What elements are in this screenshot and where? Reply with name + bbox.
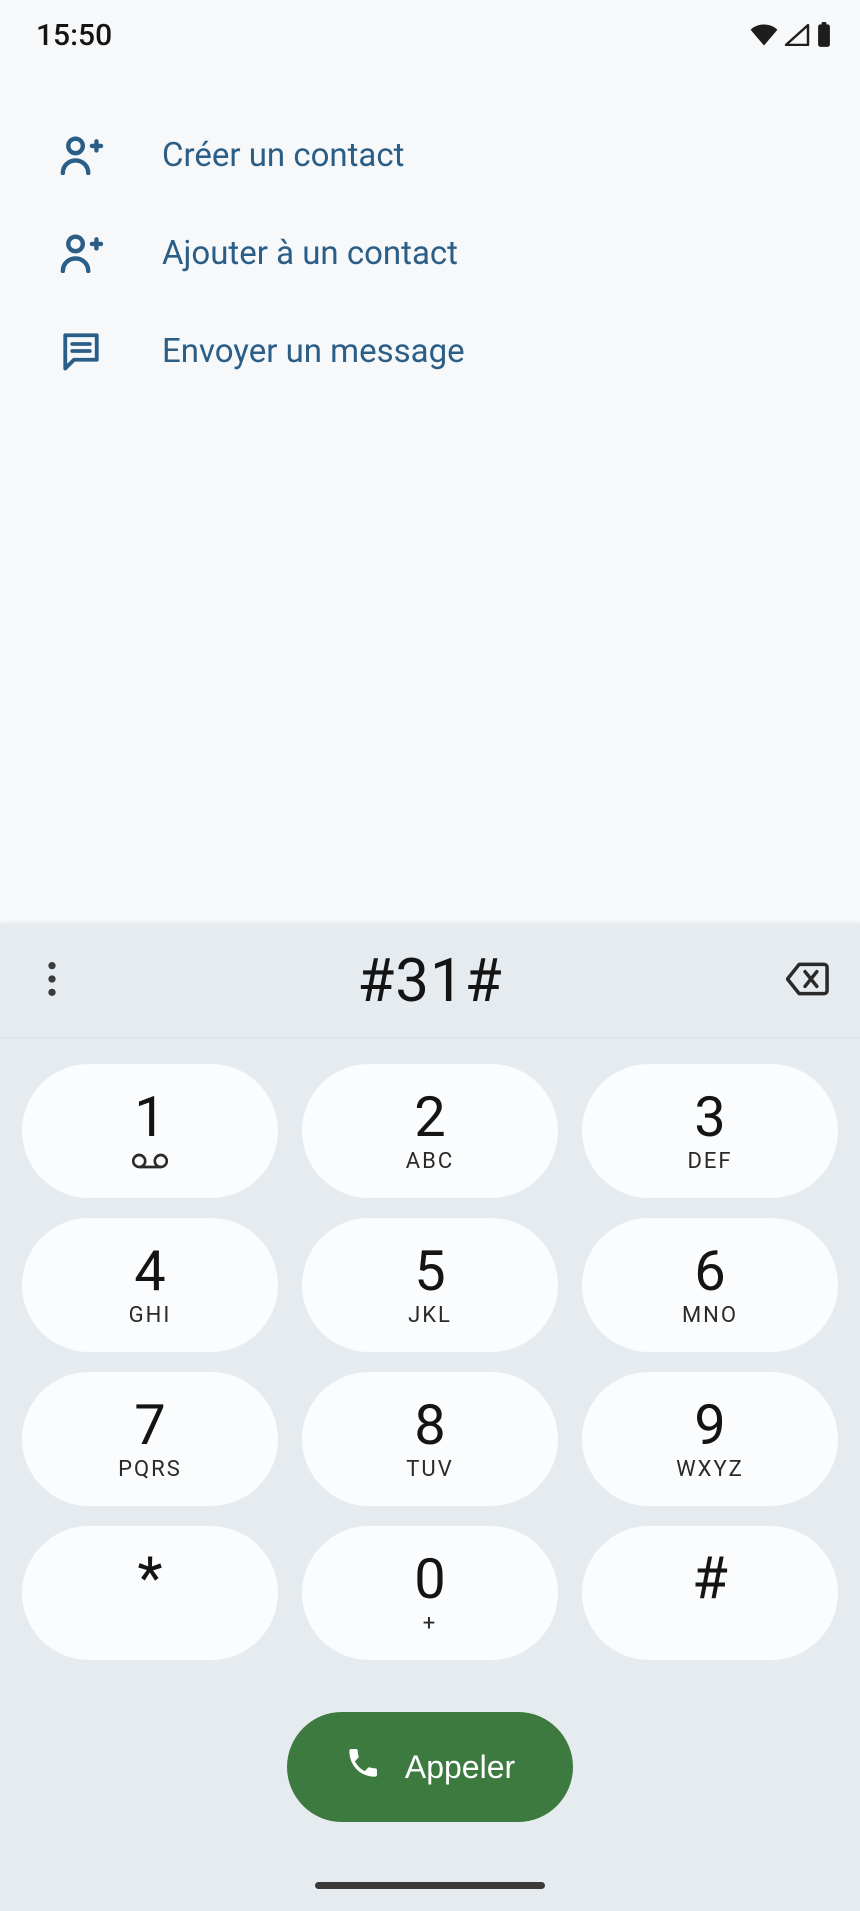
key-letters: JKL [408, 1303, 452, 1328]
voicemail-icon [132, 1149, 168, 1173]
key-4[interactable]: 4 GHI [22, 1218, 278, 1352]
key-letters: WXYZ [676, 1457, 744, 1482]
battery-icon [816, 22, 832, 48]
dialer-panel: #31# 1 2 ABC 3 DEF [0, 924, 860, 1911]
person-add-icon [58, 132, 104, 178]
key-digit: 7 [134, 1397, 165, 1453]
status-bar: 15:50 [0, 0, 860, 70]
key-8[interactable]: 8 TUV [302, 1372, 558, 1506]
key-letters: DEF [687, 1149, 732, 1174]
key-letters: + [423, 1611, 437, 1636]
wifi-icon [750, 24, 778, 46]
cellular-icon [784, 24, 810, 46]
dialed-number[interactable]: #31# [82, 945, 778, 1016]
key-star[interactable]: * [22, 1526, 278, 1660]
call-row: Appeler [0, 1678, 860, 1882]
keypad: 1 2 ABC 3 DEF 4 GHI 5 JKL 6 MNO [0, 1038, 860, 1678]
key-digit: 9 [694, 1397, 725, 1453]
key-3[interactable]: 3 DEF [582, 1064, 838, 1198]
key-letters: PQRS [118, 1457, 182, 1482]
key-letters: TUV [406, 1457, 453, 1482]
person-add-icon [58, 230, 104, 276]
contact-actions: Créer un contact Ajouter à un contact En… [0, 70, 860, 400]
key-digit: 8 [414, 1397, 445, 1453]
key-digit: 0 [414, 1551, 445, 1607]
key-6[interactable]: 6 MNO [582, 1218, 838, 1352]
key-digit: 6 [694, 1243, 725, 1299]
send-message-button[interactable]: Envoyer un message [0, 302, 860, 400]
phone-icon [345, 1745, 381, 1789]
dial-display-row: #31# [0, 924, 860, 1038]
key-letters: MNO [682, 1303, 738, 1328]
send-message-label: Envoyer un message [162, 332, 465, 371]
create-contact-button[interactable]: Créer un contact [0, 106, 860, 204]
nav-handle[interactable] [315, 1882, 545, 1889]
status-time: 15:50 [36, 18, 112, 53]
key-digit: 1 [134, 1089, 165, 1145]
key-9[interactable]: 9 WXYZ [582, 1372, 838, 1506]
key-1[interactable]: 1 [22, 1064, 278, 1198]
status-icons [750, 22, 832, 48]
backspace-icon [786, 961, 830, 1001]
key-digit: * [138, 1550, 163, 1608]
backspace-button[interactable] [778, 951, 838, 1011]
key-digit: 2 [414, 1089, 445, 1145]
add-to-contact-label: Ajouter à un contact [162, 234, 458, 273]
nav-handle-wrap [0, 1882, 860, 1911]
more-options-button[interactable] [22, 951, 82, 1011]
key-5[interactable]: 5 JKL [302, 1218, 558, 1352]
more-vert-icon [48, 962, 56, 1000]
message-icon [58, 328, 104, 374]
key-0[interactable]: 0 + [302, 1526, 558, 1660]
key-digit: # [692, 1550, 728, 1608]
create-contact-label: Créer un contact [162, 136, 404, 175]
key-digit: 5 [414, 1243, 445, 1299]
key-letters: GHI [129, 1303, 172, 1328]
key-hash[interactable]: # [582, 1526, 838, 1660]
key-2[interactable]: 2 ABC [302, 1064, 558, 1198]
key-digit: 3 [694, 1089, 725, 1145]
key-letters: ABC [406, 1149, 454, 1174]
call-label: Appeler [405, 1749, 515, 1786]
key-7[interactable]: 7 PQRS [22, 1372, 278, 1506]
add-to-contact-button[interactable]: Ajouter à un contact [0, 204, 860, 302]
key-digit: 4 [134, 1243, 165, 1299]
call-button[interactable]: Appeler [287, 1712, 573, 1822]
